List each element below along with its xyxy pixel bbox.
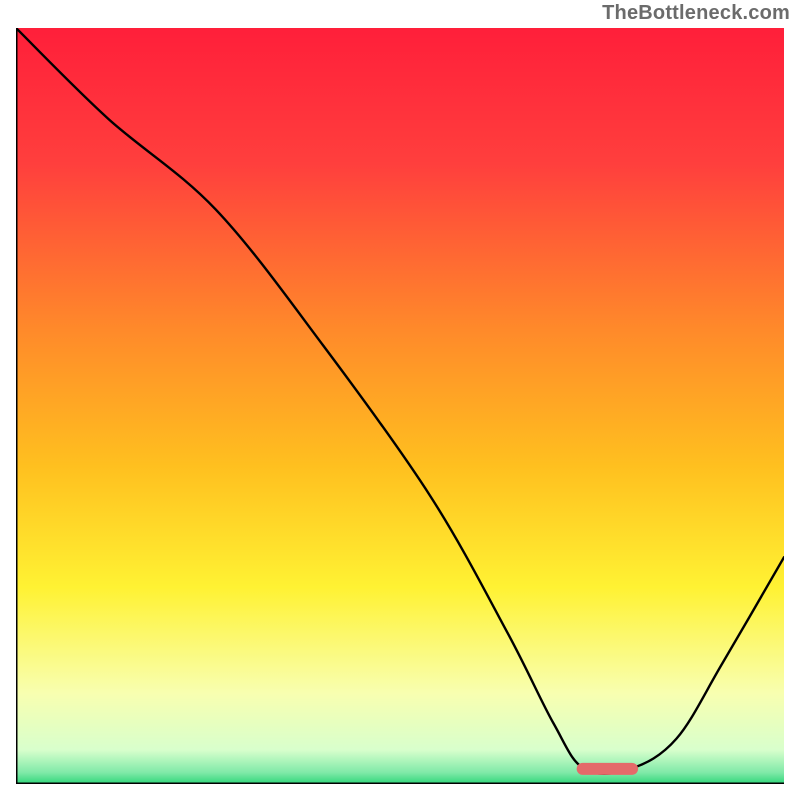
- gradient-background: [16, 28, 784, 784]
- watermark-text: TheBottleneck.com: [602, 2, 790, 25]
- optimal-marker: [577, 763, 638, 775]
- bottleneck-chart: [16, 28, 784, 784]
- chart-container: [16, 28, 784, 784]
